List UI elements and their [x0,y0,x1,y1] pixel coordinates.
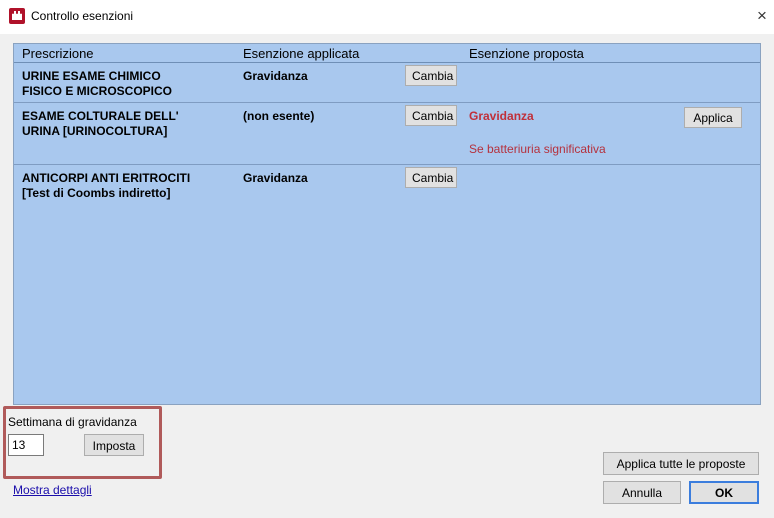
window-title: Controllo esenzioni [31,9,134,23]
prescription-line: ESAME COLTURALE DELL' [22,109,179,123]
close-icon[interactable]: × [752,6,772,26]
change-button[interactable]: Cambia [405,105,457,126]
applied-exemption: Gravidanza [243,171,308,185]
table-row: ESAME COLTURALE DELL' URINA [URINOCOLTUR… [14,103,760,165]
set-week-button[interactable]: Imposta [84,434,144,456]
exemptions-table: Prescrizione Esenzione applicata Esenzio… [13,43,761,405]
cancel-button[interactable]: Annulla [603,481,681,504]
prescription-line: URINE ESAME CHIMICO [22,69,161,83]
change-button[interactable]: Cambia [405,65,457,86]
column-header-applied: Esenzione applicata [243,46,360,61]
apply-button[interactable]: Applica [684,107,742,128]
prescription-line: [Test di Coombs indiretto] [22,186,171,200]
table-header: Prescrizione Esenzione applicata Esenzio… [14,44,760,63]
title-bar: Controllo esenzioni × [0,0,774,34]
prescription-line: ANTICORPI ANTI ERITROCITI [22,171,191,185]
table-row: ANTICORPI ANTI ERITROCITI [Test di Coomb… [14,165,760,205]
prescription-cell: URINE ESAME CHIMICO FISICO E MICROSCOPIC… [22,69,232,99]
prescription-cell: ESAME COLTURALE DELL' URINA [URINOCOLTUR… [22,109,232,139]
table-row: URINE ESAME CHIMICO FISICO E MICROSCOPIC… [14,63,760,103]
proposed-exemption-note: Se batteriuria significativa [469,142,606,156]
apply-all-proposals-button[interactable]: Applica tutte le proposte [603,452,759,475]
prescription-line: FISICO E MICROSCOPICO [22,84,173,98]
change-button[interactable]: Cambia [405,167,457,188]
ok-button[interactable]: OK [689,481,759,504]
proposed-exemption: Gravidanza [469,109,534,123]
applied-exemption: Gravidanza [243,69,308,83]
castle-app-icon [9,8,25,24]
applied-exemption: (non esente) [243,109,315,123]
pregnancy-week-label: Settimana di gravidanza [8,415,137,429]
prescription-line: URINA [URINOCOLTURA] [22,124,168,138]
show-details-link[interactable]: Mostra dettagli [13,483,92,497]
prescription-cell: ANTICORPI ANTI ERITROCITI [Test di Coomb… [22,171,232,201]
pregnancy-week-input[interactable] [8,434,44,456]
column-header-proposed: Esenzione proposta [469,46,584,61]
column-header-prescription: Prescrizione [22,46,94,61]
